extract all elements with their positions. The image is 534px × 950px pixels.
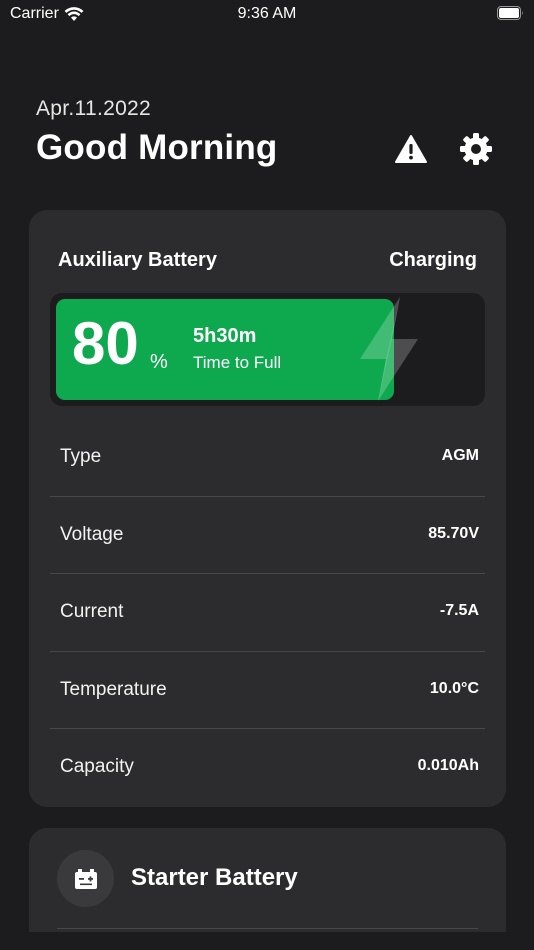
battery-icon — [497, 6, 523, 20]
detail-label: Temperature — [60, 678, 167, 700]
detail-value: -7.5A — [439, 602, 479, 619]
starter-icon-badge — [57, 850, 114, 907]
charging-status: Charging — [389, 249, 477, 271]
detail-value: 85.70V — [428, 524, 479, 542]
detail-row-capacity: Capacity 0.010Ah — [50, 729, 485, 807]
date-label: Apr.11.2022 — [36, 97, 152, 120]
detail-value: AGM — [441, 447, 479, 464]
detail-value: 10.0°C — [429, 679, 479, 697]
time-to-full-value: 5h30m — [193, 325, 257, 347]
time-to-full-label: Time to Full — [193, 353, 282, 372]
card-title: Auxiliary Battery — [58, 249, 217, 271]
settings-button[interactable] — [458, 131, 494, 167]
warning-icon — [395, 135, 427, 163]
greeting-title: Good Morning — [36, 128, 278, 167]
status-time: 9:36 AM — [237, 5, 297, 22]
car-battery-icon — [74, 868, 97, 889]
auxiliary-battery-card[interactable]: Auxiliary Battery Charging 80 % 5h30m Ti… — [29, 210, 506, 807]
detail-row-type: Type AGM — [50, 419, 485, 497]
status-bar: Carrier 9:36 AM — [0, 0, 534, 30]
divider — [57, 928, 478, 929]
warning-button[interactable] — [393, 131, 429, 167]
gear-icon — [460, 133, 492, 165]
detail-row-current: Current -7.5A — [50, 574, 485, 652]
battery-level-bar: 80 % 5h30m Time to Full — [50, 293, 485, 406]
detail-label: Current — [60, 601, 124, 622]
starter-battery-title: Starter Battery — [131, 864, 298, 891]
bottom-edge — [0, 932, 534, 950]
app-screen: Carrier 9:36 AM Apr.11.2022 Good Morning — [0, 0, 534, 950]
detail-value: 0.010Ah — [417, 757, 479, 774]
detail-label: Capacity — [60, 756, 134, 777]
detail-label: Voltage — [60, 523, 124, 545]
battery-percent-unit: % — [150, 351, 168, 373]
battery-percent-value: 80 — [72, 310, 139, 377]
detail-row-voltage: Voltage 85.70V — [50, 497, 485, 574]
lightning-bolt-icon — [360, 297, 418, 401]
battery-details-list: Type AGM Voltage 85.70V Current -7.5A Te… — [50, 419, 485, 807]
detail-label: Type — [60, 446, 102, 467]
detail-row-temperature: Temperature 10.0°C — [50, 652, 485, 729]
